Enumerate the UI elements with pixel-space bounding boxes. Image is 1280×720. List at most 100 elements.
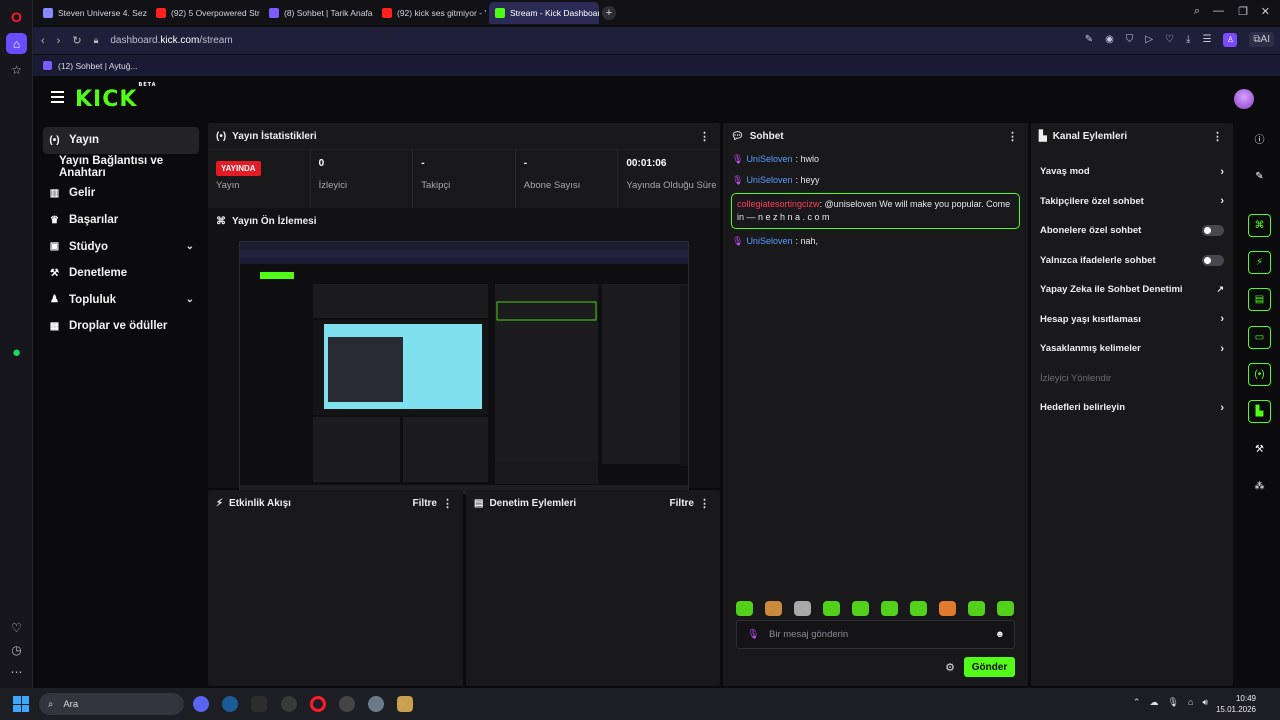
emote-icon[interactable] [881, 601, 898, 616]
steam-icon[interactable] [222, 696, 238, 712]
paint-icon[interactable] [397, 696, 413, 712]
chat-message-input[interactable]: 🎙︎ Bir mesaj gönderin ☻ [736, 620, 1015, 649]
heart-icon[interactable]: ♡ [1165, 34, 1174, 45]
info-icon[interactable]: ⓘ [1248, 127, 1271, 150]
minimize-button[interactable]: — [1213, 5, 1224, 17]
bookmark-item[interactable]: (12) Sohbet | Aytuğ... [58, 61, 138, 71]
shield-icon[interactable]: ⛉ [1126, 34, 1134, 45]
play-icon[interactable]: ▷ [1145, 34, 1153, 45]
emote-icon[interactable] [939, 601, 956, 616]
browser-tab[interactable]: Steven Universe 4. Sezon [37, 2, 147, 24]
network-icon[interactable]: ⌂ [1188, 697, 1193, 708]
emote-icon[interactable] [794, 601, 811, 616]
lightning-icon[interactable]: ⚡︎ [1248, 251, 1271, 274]
maximize-button[interactable]: ❐ [1238, 5, 1248, 18]
obs-icon[interactable] [339, 696, 355, 712]
sidebar-item-basarilar[interactable]: ♛ Başarılar [43, 207, 199, 234]
share-icon[interactable]: ⁂ [1248, 475, 1271, 498]
spotify-icon[interactable]: ● [6, 342, 27, 363]
emote-icon[interactable] [852, 601, 869, 616]
discord-icon[interactable] [193, 696, 209, 712]
chat-username[interactable]: UniSeloven [746, 174, 792, 187]
more-options-icon[interactable]: ⋮ [699, 130, 710, 143]
sidebar-item-yayin[interactable]: (•) Yayın [43, 127, 199, 154]
more-options-icon[interactable]: ⋮ [442, 497, 453, 510]
camera-icon[interactable]: ◉ [1105, 34, 1114, 45]
edit-icon[interactable]: ✎ [1085, 34, 1093, 45]
filter-button[interactable]: Filtre [413, 498, 437, 509]
sidebar-item-droplar[interactable]: ▦ Droplar ve ödüller [43, 313, 199, 340]
broadcast-icon[interactable]: (•) [1248, 363, 1271, 386]
channel-icon[interactable]: ▙ [1248, 400, 1271, 423]
forward-icon[interactable]: › [57, 35, 61, 47]
kick-logo[interactable]: KICKBETA [75, 82, 157, 112]
settings-icon[interactable] [368, 696, 384, 712]
heart-icon[interactable]: ♡ [6, 617, 27, 638]
action-ai-moderation[interactable]: Yapay Zeka ile Sohbet Denetimi ↗ [1031, 275, 1233, 305]
close-window-button[interactable]: ✕ [1261, 5, 1270, 18]
browser-tab-active[interactable]: Stream - Kick Dashboard [489, 2, 599, 24]
opera-icon[interactable] [310, 696, 326, 712]
document-icon[interactable]: ▤ [1248, 288, 1271, 311]
weather-icon[interactable]: ☁ [1149, 697, 1158, 708]
action-banned-words[interactable]: Yasaklanmış kelimeler › [1031, 334, 1233, 364]
history-icon[interactable]: ◷ [6, 639, 27, 660]
opera-logo-icon[interactable]: O [6, 6, 27, 27]
sidebar-item-stream-key[interactable]: Yayın Bağlantısı ve Anahtarı [43, 154, 199, 181]
aria-ai-button[interactable]: ⧉AI [1249, 32, 1274, 47]
browser-tab[interactable]: (8) Sohbet | Tarik Anafarta [263, 2, 373, 24]
preview-panel-icon[interactable]: ⌘ [1248, 214, 1271, 237]
search-tabs-icon[interactable]: ⌕ [1194, 5, 1200, 18]
emote-icon[interactable] [997, 601, 1014, 616]
action-followers-only[interactable]: Takipçilere özel sohbet › [1031, 187, 1233, 217]
more-options-icon[interactable]: ⋮ [699, 497, 710, 510]
more-icon[interactable]: ⋯ [6, 661, 27, 682]
more-options-icon[interactable]: ⋮ [1212, 130, 1223, 143]
emote-icon[interactable] [765, 601, 782, 616]
download-icon[interactable]: ⤓ [1186, 34, 1190, 45]
emote-icon[interactable] [910, 601, 927, 616]
profile-icon[interactable]: ♙ [1223, 32, 1238, 47]
wrench-icon[interactable]: ⚒ [1248, 438, 1271, 461]
send-button[interactable]: Gönder [964, 657, 1015, 677]
action-account-age[interactable]: Hesap yaşı kısıtlaması › [1031, 305, 1233, 335]
sidebar-item-studyo[interactable]: ▣ Stüdyo ⌄ [43, 233, 199, 260]
taskbar-clock[interactable]: 10:49 15.01.2026 [1216, 693, 1256, 715]
hamburger-menu-icon[interactable] [51, 91, 64, 103]
action-set-goals[interactable]: Hedefleri belirleyin › [1031, 393, 1233, 423]
sidebar-item-denetleme[interactable]: ⚒ Denetleme [43, 260, 199, 287]
back-icon[interactable]: ‹ [41, 35, 45, 47]
browser-tab[interactable]: (92) kick ses gitmiyor - Yo [376, 2, 486, 24]
url-field[interactable]: dashboard.kick.com/stream [110, 35, 232, 46]
pencil-icon[interactable]: ✎ [1248, 165, 1271, 188]
volume-icon[interactable]: 🔊︎ [1202, 697, 1208, 708]
reload-icon[interactable]: ↻ [72, 34, 81, 47]
chat-username[interactable]: UniSeloven [746, 235, 792, 248]
windows-start-icon[interactable] [13, 696, 29, 712]
sidebar-item-gelir[interactable]: ▥ Gelir [43, 180, 199, 207]
star-icon[interactable]: ☆ [6, 59, 27, 80]
chat-bubble-icon[interactable]: ▭ [1248, 326, 1271, 349]
chat-settings-gear-icon[interactable]: ⚙ [945, 661, 955, 674]
terminal-icon[interactable] [251, 696, 267, 712]
new-tab-button[interactable]: + [602, 6, 616, 20]
browser-tab[interactable]: (92) 5 Overpowered Strate [150, 2, 260, 24]
subscribers-only-toggle[interactable] [1202, 225, 1224, 237]
emote-icon[interactable] [968, 601, 985, 616]
emoji-picker-icon[interactable]: ☻ [995, 629, 1005, 640]
filter-button[interactable]: Filtre [670, 498, 694, 509]
emote-icon[interactable] [823, 601, 840, 616]
microphone-icon[interactable]: 🎙︎ [1167, 697, 1178, 708]
emote-only-toggle[interactable] [1202, 254, 1224, 266]
avatar[interactable] [1234, 89, 1254, 109]
chevron-up-icon[interactable]: ⌃ [1133, 697, 1141, 708]
sidebar-item-topluluk[interactable]: ♟ Topluluk ⌄ [43, 287, 199, 314]
stream-preview-video[interactable] [239, 241, 689, 494]
taskbar-search[interactable]: ⌕ Ara [39, 693, 184, 715]
action-slow-mode[interactable]: Yavaş mod › [1031, 157, 1233, 187]
more-options-icon[interactable]: ⋮ [1007, 130, 1018, 143]
menu-icon[interactable]: ☰ [1202, 34, 1211, 45]
emote-icon[interactable] [736, 601, 753, 616]
app-icon[interactable] [281, 696, 297, 712]
chat-username[interactable]: UniSeloven [746, 153, 792, 166]
